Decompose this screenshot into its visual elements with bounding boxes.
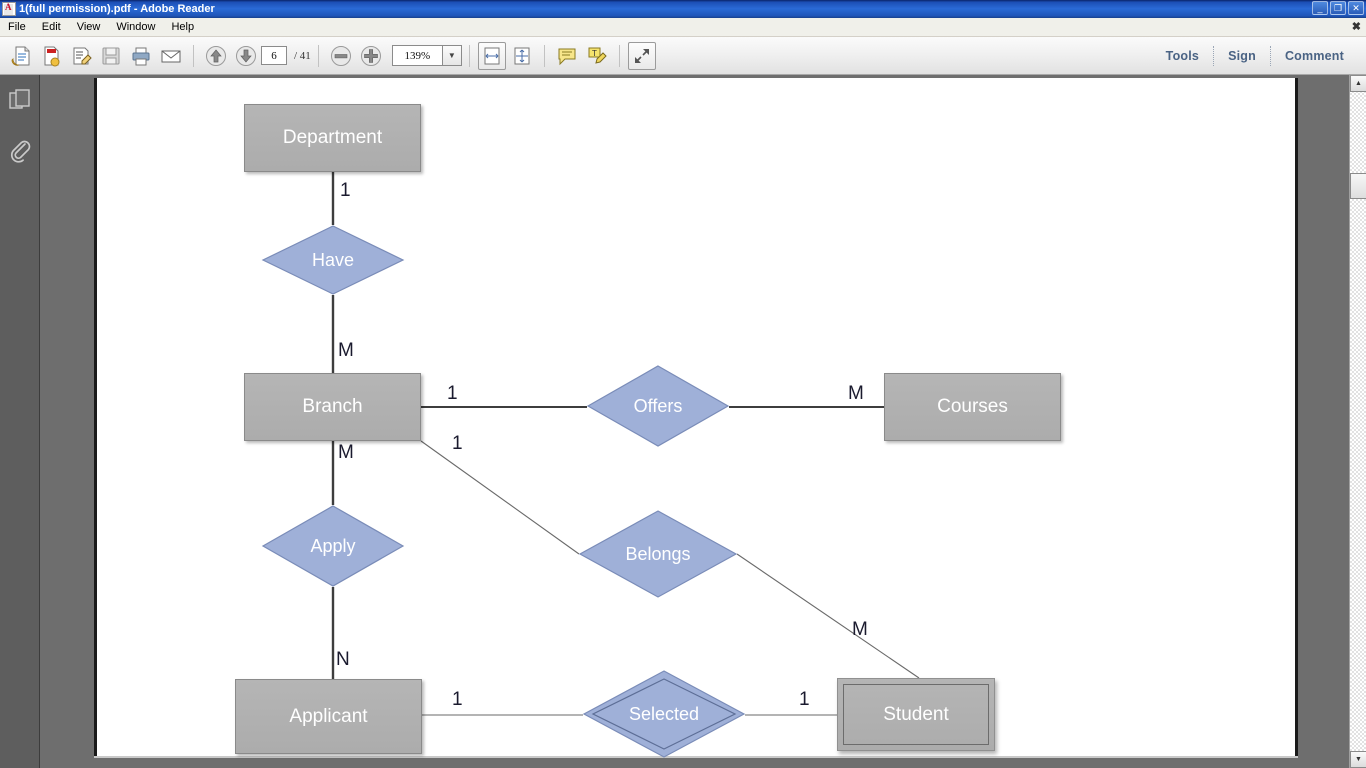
zoom-out-icon[interactable] [327, 42, 355, 70]
window-title-bar: 1(full permission).pdf - Adobe Reader _ … [0, 0, 1366, 18]
toolbar-separator [193, 44, 194, 67]
email-icon[interactable] [157, 42, 185, 70]
fullscreen-icon[interactable] [627, 41, 656, 70]
highlight-text-icon[interactable]: T [583, 42, 611, 70]
print-icon[interactable] [127, 42, 155, 70]
create-pdf-icon[interactable] [37, 42, 65, 70]
relationship-label: Belongs [625, 543, 691, 564]
restore-button[interactable]: ❐ [1330, 1, 1346, 15]
minimize-button[interactable]: _ [1312, 1, 1328, 15]
cardinality-label: 1 [447, 383, 458, 404]
window-controls: _ ❐ ✕ [1312, 1, 1364, 15]
pdf-document-icon [2, 2, 16, 16]
entity-label: Department [282, 127, 383, 148]
close-button[interactable]: ✕ [1348, 1, 1364, 15]
toolbar-separator [543, 44, 545, 67]
attachments-icon[interactable] [7, 137, 33, 163]
entity-label: Courses [937, 396, 1008, 417]
sign-button[interactable]: Sign [1214, 49, 1270, 63]
toolbar-right-group: Tools Sign Comment [1152, 37, 1358, 75]
toolbar-separator [468, 44, 470, 67]
entity-courses[interactable]: Courses [884, 373, 1061, 441]
sticky-note-icon[interactable] [553, 42, 581, 70]
relationship-have[interactable]: Have [261, 225, 405, 295]
entity-department[interactable]: Department [244, 104, 421, 172]
menu-item-edit[interactable]: Edit [34, 20, 69, 34]
window-title: 1(full permission).pdf - Adobe Reader [19, 3, 215, 15]
entity-label: Branch [302, 396, 363, 417]
menu-item-window[interactable]: Window [108, 20, 163, 34]
cardinality-label: M [848, 383, 864, 404]
document-view-area[interactable]: Department Branch Courses Applicant Stud… [40, 75, 1366, 768]
toolbar-separator [618, 44, 620, 67]
main-toolbar: 6 / 41 139% ▼ T Tools Sign Comment [0, 37, 1366, 75]
page-total-label: / 41 [294, 49, 311, 62]
page-thumbnails-icon[interactable] [7, 87, 33, 113]
entity-label: Applicant [289, 705, 368, 727]
cardinality-label: 1 [799, 689, 810, 710]
toolbar-separator [317, 44, 319, 67]
entity-branch[interactable]: Branch [244, 373, 421, 441]
cardinality-label: 1 [340, 180, 351, 201]
zoom-in-icon[interactable] [357, 42, 385, 70]
cardinality-label: N [336, 649, 350, 670]
fit-page-icon[interactable] [508, 42, 536, 70]
edit-pdf-icon[interactable] [67, 42, 95, 70]
pdf-page: Department Branch Courses Applicant Stud… [94, 78, 1298, 758]
relationship-label: Apply [310, 535, 356, 556]
tools-button[interactable]: Tools [1152, 49, 1213, 63]
zoom-level-input[interactable]: 139% [391, 45, 442, 66]
cardinality-label: 1 [452, 689, 463, 710]
comment-button[interactable]: Comment [1271, 49, 1358, 63]
open-file-icon[interactable] [7, 42, 35, 70]
cardinality-label: 1 [452, 433, 463, 454]
scrollbar-thumb[interactable] [1350, 173, 1366, 199]
next-page-icon[interactable] [232, 42, 260, 70]
cardinality-label: M [338, 340, 354, 361]
entity-label: Student [883, 703, 949, 725]
workspace: Department Branch Courses Applicant Stud… [0, 75, 1366, 768]
cardinality-label: M [338, 442, 354, 463]
navigation-pane [0, 75, 40, 768]
relationship-label: Selected [628, 703, 700, 724]
menu-item-view[interactable]: View [69, 20, 109, 34]
cardinality-label: M [852, 619, 868, 640]
fit-width-icon[interactable] [477, 41, 506, 70]
entity-applicant[interactable]: Applicant [235, 679, 422, 754]
page-number-input[interactable]: 6 [261, 46, 287, 65]
er-diagram: Department Branch Courses Applicant Stud… [97, 78, 1301, 758]
relationship-selected[interactable]: Selected [582, 670, 746, 758]
menu-item-file[interactable]: File [0, 20, 34, 34]
vertical-scrollbar[interactable]: ▲ ▼ [1349, 75, 1366, 768]
relationship-label: Have [311, 249, 355, 270]
svg-text:T: T [592, 49, 597, 58]
relationship-offers[interactable]: Offers [586, 365, 730, 447]
entity-student[interactable]: Student [837, 678, 995, 751]
menu-bar: File Edit View Window Help ✖ [0, 18, 1366, 37]
relationship-apply[interactable]: Apply [261, 505, 405, 587]
menu-item-help[interactable]: Help [163, 20, 202, 34]
scroll-up-button[interactable]: ▲ [1350, 75, 1366, 92]
relationship-label: Offers [633, 395, 683, 416]
previous-page-icon[interactable] [202, 42, 230, 70]
relationship-belongs[interactable]: Belongs [578, 510, 738, 598]
scroll-down-button[interactable]: ▼ [1350, 751, 1366, 768]
close-document-icon[interactable]: ✖ [1352, 20, 1361, 33]
chevron-down-icon[interactable]: ▼ [441, 45, 462, 66]
save-file-icon[interactable] [97, 42, 125, 70]
